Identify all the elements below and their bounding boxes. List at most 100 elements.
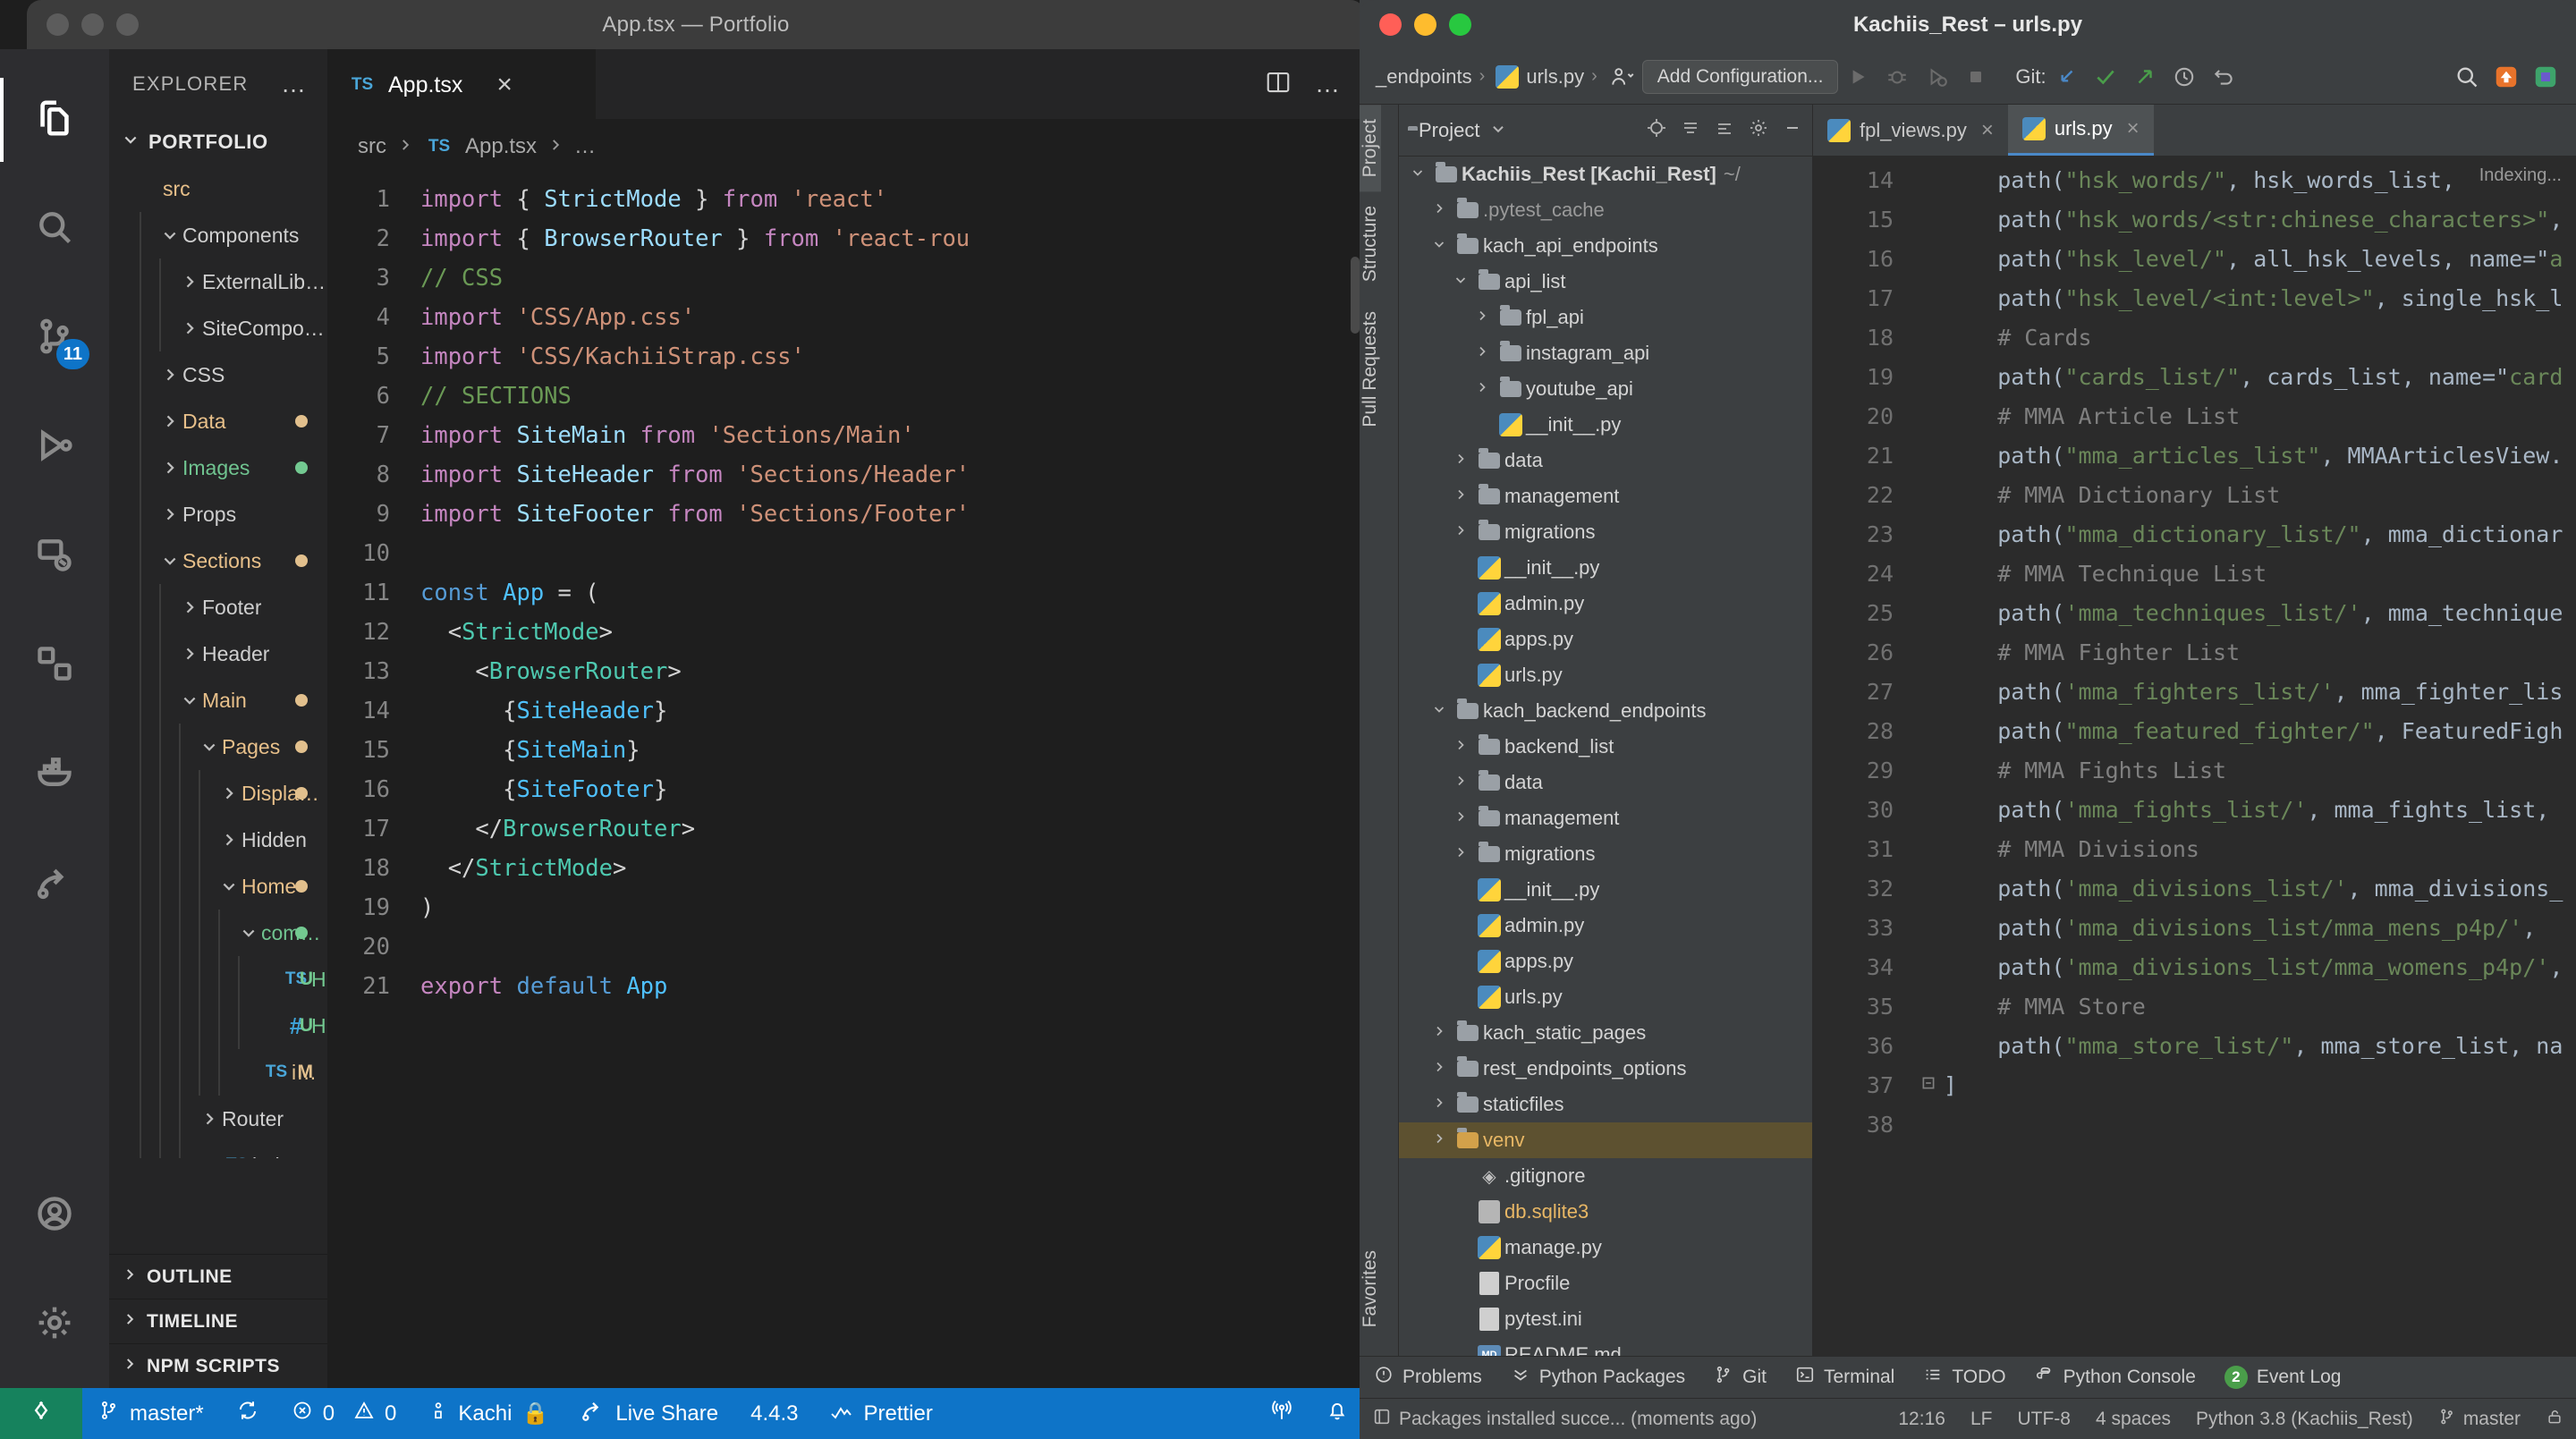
editor-tab-fpl-views[interactable]: fpl_views.py × [1813, 105, 2008, 156]
project-tree-item[interactable]: __init__.py [1399, 550, 1812, 586]
code-line[interactable]: 21 path("mma_articles_list", MMAArticles… [1813, 436, 2576, 475]
code-line[interactable]: 24 # MMA Technique List [1813, 554, 2576, 593]
code-line[interactable]: 8 import SiteHeader from 'Sections/Header… [327, 455, 1365, 495]
locate-icon[interactable] [1646, 117, 1667, 144]
code-line[interactable]: 1 import { StrictMode } from 'react' [327, 180, 1365, 219]
code-line[interactable]: 16 path("hsk_level/", all_hsk_levels, na… [1813, 239, 2576, 278]
code-line[interactable]: 21 export default App [327, 967, 1365, 1006]
code-editor[interactable]: 1 import { StrictMode } from 'react' 2 impo… [327, 174, 1365, 1006]
twisty-icon[interactable] [157, 459, 182, 477]
project-tree-item[interactable]: MD README.md [1399, 1337, 1812, 1356]
twisty-icon[interactable] [236, 924, 261, 942]
twisty-icon[interactable] [1469, 344, 1496, 363]
editor-tab-urls[interactable]: urls.py × [2007, 105, 2154, 156]
explorer-tree-item[interactable]: ExternalLibraries [109, 258, 327, 305]
code-line[interactable]: 4 import 'CSS/App.css' [327, 298, 1365, 337]
twisty-icon[interactable] [1447, 738, 1474, 757]
twisty-icon[interactable] [177, 319, 202, 337]
user-avatar-button[interactable] [1603, 57, 1642, 97]
code-line[interactable]: 25 path('mma_techniques_list/', mma_tech… [1813, 593, 2576, 632]
code-line[interactable]: 19 path("cards_list/", cards_list, name=… [1813, 357, 2576, 396]
code-line[interactable]: 9 import SiteFooter from 'Sections/Footer… [327, 495, 1365, 534]
project-tree-item[interactable]: migrations [1399, 514, 1812, 550]
explorer-more-actions[interactable]: … [281, 72, 308, 97]
code-line[interactable]: 14 {SiteHeader} [327, 691, 1365, 731]
code-line[interactable]: 28 path("mma_featured_fighter/", Feature… [1813, 711, 2576, 750]
code-line[interactable]: 29 # MMA Fights List [1813, 750, 2576, 790]
breadcrumb-symbol[interactable]: … [574, 134, 596, 159]
twisty-icon[interactable] [1426, 1131, 1453, 1150]
bottom-tool-problems[interactable]: Problems [1360, 1365, 1496, 1390]
code-line[interactable]: 12 <StrictMode> [327, 613, 1365, 652]
explorer-tree-item[interactable]: TSindex.tsxM [109, 1049, 327, 1096]
code-line[interactable]: 5 import 'CSS/KachiiStrap.css' [327, 337, 1365, 377]
code-line[interactable]: 33 path('mma_divisions_list/mma_mens_p4p… [1813, 908, 2576, 947]
status-problems[interactable]: 0 0 [275, 1388, 413, 1439]
twisty-icon[interactable] [197, 1110, 222, 1128]
code-line[interactable]: 31 # MMA Divisions [1813, 829, 2576, 868]
project-tree-item[interactable]: admin.py [1399, 908, 1812, 944]
explorer-tree-item[interactable]: src [109, 165, 327, 212]
breadcrumb-file[interactable]: App.tsx [465, 134, 537, 159]
editor-scrollbar[interactable] [1351, 257, 1360, 334]
explorer-tree-item[interactable]: TSHomeHeader.tsxU [109, 956, 327, 1003]
sidebar-section-npm-scripts[interactable]: NPM SCRIPTS [109, 1343, 327, 1388]
code-line[interactable]: 7 import SiteMain from 'Sections/Main' [327, 416, 1365, 455]
twisty-icon[interactable] [157, 552, 182, 570]
code-line[interactable]: 13 <BrowserRouter> [327, 652, 1365, 691]
split-editor-icon[interactable] [1265, 69, 1292, 100]
twisty-icon[interactable] [1426, 1024, 1453, 1043]
update-project-icon[interactable] [2046, 57, 2086, 97]
twisty-icon[interactable] [1447, 452, 1474, 470]
tool-tab-project[interactable]: Project [1360, 105, 1381, 192]
status-indent[interactable]: 4 spaces [2083, 1409, 2183, 1430]
twisty-icon[interactable] [177, 598, 202, 616]
activity-source-control[interactable]: 11 [0, 284, 109, 393]
status-lock[interactable] [2533, 1407, 2576, 1432]
twisty-icon[interactable] [216, 784, 242, 802]
activity-search[interactable] [0, 174, 109, 284]
code-line[interactable]: 14 path("hsk_words/", hsk_words_list, [1813, 160, 2576, 199]
twisty-icon[interactable] [1426, 201, 1453, 220]
code-line[interactable]: 37] [1813, 1065, 2576, 1105]
project-tree-item[interactable]: .pytest_cache [1399, 192, 1812, 228]
status-version[interactable]: 4.4.3 [734, 1388, 814, 1439]
status-live-share[interactable]: Live Share [564, 1388, 734, 1439]
fold-gutter-icon[interactable] [1913, 1075, 1944, 1096]
project-tree-item[interactable]: Procfile [1399, 1265, 1812, 1301]
status-encoding[interactable]: UTF-8 [2004, 1409, 2083, 1430]
bottom-tool-terminal[interactable]: Terminal [1781, 1365, 1909, 1390]
code-line[interactable]: 17 path("hsk_level/<int:level>", single_… [1813, 278, 2576, 317]
project-tree-item[interactable]: instagram_api [1399, 335, 1812, 371]
code-line[interactable]: 11 const App = ( [327, 573, 1365, 613]
explorer-root-folder[interactable]: PORTFOLIO [109, 119, 327, 165]
twisty-icon[interactable] [216, 877, 242, 895]
close-icon[interactable]: × [1981, 118, 1994, 143]
tool-tab-favorites[interactable]: Favorites [1360, 1236, 1381, 1342]
code-line[interactable]: 20 # MMA Article List [1813, 396, 2576, 436]
more-actions-icon[interactable]: … [1315, 72, 1342, 97]
activity-remote-explorer[interactable] [0, 502, 109, 611]
twisty-icon[interactable] [1447, 487, 1474, 506]
bottom-tool-python-packages[interactable]: Python Packages [1496, 1365, 1699, 1390]
toolbar-breadcrumb-urls[interactable]: urls.py › [1490, 64, 1602, 89]
code-line[interactable]: 19) [327, 888, 1365, 927]
project-tree-item[interactable]: data [1399, 765, 1812, 800]
status-branch[interactable]: master* [82, 1388, 220, 1439]
twisty-icon[interactable] [1447, 774, 1474, 792]
twisty-icon[interactable] [177, 273, 202, 291]
twisty-icon[interactable] [1426, 1096, 1453, 1114]
explorer-tree-item[interactable]: Sections [109, 538, 327, 584]
plugin-icon[interactable] [2526, 57, 2565, 97]
project-tree-item[interactable]: manage.py [1399, 1230, 1812, 1265]
run-icon[interactable] [1838, 57, 1877, 97]
code-line[interactable]: 36 path("mma_store_list/", mma_store_lis… [1813, 1026, 2576, 1065]
explorer-tree-item[interactable]: Components [109, 212, 327, 258]
explorer-tree-item[interactable]: TSindex.tsx [109, 1142, 327, 1158]
twisty-icon[interactable] [1469, 380, 1496, 399]
explorer-tree-item[interactable]: Props [109, 491, 327, 538]
project-tree-item[interactable]: Kachiis_Rest [Kachii_Rest] ~/ [1399, 157, 1812, 192]
project-tree-item[interactable]: apps.py [1399, 622, 1812, 657]
project-tree-item[interactable]: api_list [1399, 264, 1812, 300]
toolbar-breadcrumb-endpoints[interactable]: _endpoints › [1370, 65, 1490, 89]
